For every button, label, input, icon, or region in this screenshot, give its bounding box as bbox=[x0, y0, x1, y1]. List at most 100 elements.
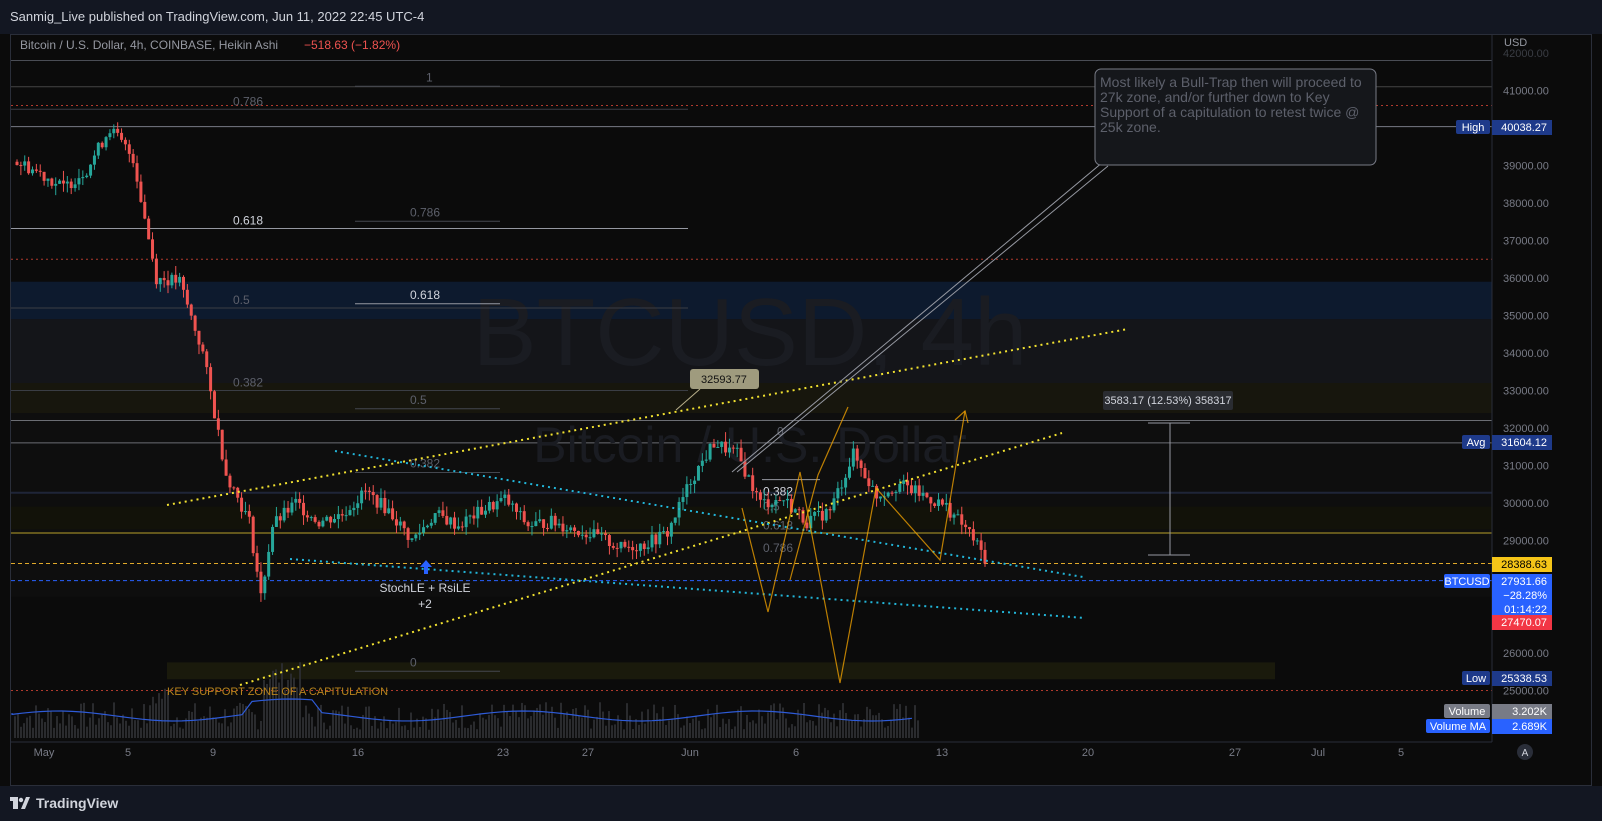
candle-body bbox=[588, 537, 592, 539]
candle-body bbox=[573, 527, 577, 531]
volume-bar bbox=[470, 724, 472, 738]
candle-body bbox=[379, 497, 383, 508]
volume-bar bbox=[533, 710, 535, 738]
volume-bar bbox=[188, 710, 190, 738]
price-label-value: 2.689K bbox=[1512, 721, 1548, 733]
candle-body bbox=[635, 550, 639, 552]
candle-body bbox=[38, 170, 42, 172]
candle-body bbox=[317, 521, 321, 527]
volume-bar bbox=[527, 718, 529, 738]
candle-body bbox=[956, 514, 960, 516]
price-label-extra: 01:14:22 bbox=[1504, 604, 1547, 616]
candle-body bbox=[712, 443, 716, 448]
candle-body bbox=[480, 506, 484, 515]
candle-body bbox=[363, 490, 367, 492]
volume-bar bbox=[905, 705, 907, 738]
volume-bar bbox=[623, 729, 625, 738]
candle-body bbox=[425, 525, 429, 528]
candle-body bbox=[511, 503, 515, 505]
volume-bar bbox=[458, 727, 460, 738]
time-axis[interactable]: May 5 9 16 23 27 Jun 6 13 20 27 Jul 5 A bbox=[11, 741, 1533, 760]
candle-body bbox=[391, 508, 395, 520]
candle-body bbox=[329, 516, 333, 523]
volume-bar bbox=[899, 704, 901, 738]
price-tick-label: 39000.00 bbox=[1503, 161, 1549, 173]
candle-body bbox=[762, 499, 766, 501]
fib-mid-label: 0.618 bbox=[410, 288, 440, 302]
candle-body bbox=[909, 485, 913, 494]
volume-bar bbox=[50, 711, 52, 738]
volume-bar bbox=[380, 722, 382, 738]
volume-bar bbox=[212, 717, 214, 738]
candle-body bbox=[658, 531, 662, 545]
volume-bar bbox=[902, 717, 904, 738]
volume-bar bbox=[605, 725, 607, 738]
currency-label: USD bbox=[1504, 37, 1527, 49]
candle-body bbox=[561, 523, 565, 532]
price-chart[interactable]: BTCUSD, 4h Bitcoin / U.S. Dollar 0.7860.… bbox=[0, 0, 1602, 821]
volume-bar bbox=[830, 722, 832, 738]
candle-body bbox=[282, 507, 286, 521]
candle-body bbox=[863, 467, 867, 479]
candle-body bbox=[46, 178, 50, 181]
volume-bar bbox=[371, 725, 373, 738]
candle-body bbox=[944, 502, 948, 505]
volume-bar bbox=[728, 719, 730, 738]
volume-bar bbox=[662, 706, 664, 738]
candle-body bbox=[975, 540, 979, 542]
price-tick-label: 37000.00 bbox=[1503, 236, 1549, 248]
volume-bar bbox=[887, 726, 889, 738]
candle-body bbox=[805, 522, 809, 529]
volume-bar bbox=[329, 725, 331, 738]
time-tick-label: 27 bbox=[582, 747, 594, 759]
tradingview-logo[interactable]: TradingView bbox=[10, 795, 118, 811]
candle-body bbox=[197, 330, 201, 345]
price-tick-label: 25000.00 bbox=[1503, 686, 1549, 698]
candle-body bbox=[81, 177, 85, 179]
candle-body bbox=[147, 218, 151, 240]
candle-body bbox=[514, 503, 518, 512]
volume-bar bbox=[197, 720, 199, 738]
time-tick-label: 6 bbox=[793, 747, 799, 759]
candle-body bbox=[530, 526, 534, 528]
candle-body bbox=[755, 491, 759, 493]
candle-body bbox=[212, 391, 216, 419]
time-tick-label: 23 bbox=[497, 747, 509, 759]
candle-body bbox=[971, 529, 975, 541]
candle-body bbox=[189, 304, 193, 316]
volume-bar bbox=[875, 715, 877, 738]
candle-body bbox=[964, 524, 968, 528]
candle-body bbox=[937, 499, 941, 506]
volume-bar bbox=[620, 721, 622, 738]
volume-bar bbox=[746, 714, 748, 738]
volume-bar bbox=[17, 714, 19, 738]
volume-bar bbox=[689, 722, 691, 738]
volume-bar bbox=[86, 726, 88, 738]
signal-label: StochLE + RsiLE bbox=[379, 581, 470, 595]
volume-bar bbox=[71, 716, 73, 738]
volume-bar bbox=[341, 705, 343, 738]
candle-body bbox=[387, 508, 391, 514]
candle-body bbox=[604, 533, 608, 536]
fib-left-label: 0.618 bbox=[233, 214, 263, 228]
time-tick-label: 16 bbox=[352, 747, 364, 759]
volume-bar bbox=[65, 725, 67, 738]
volume-bar bbox=[260, 720, 262, 738]
volume-bar bbox=[638, 724, 640, 738]
volume-bar bbox=[26, 717, 28, 738]
volume-bar bbox=[599, 702, 601, 738]
volume-bar bbox=[173, 723, 175, 738]
volume-bar bbox=[239, 702, 241, 738]
candle-body bbox=[112, 128, 116, 134]
volume-bar bbox=[35, 705, 37, 738]
price-label-value: 40038.27 bbox=[1501, 122, 1547, 134]
volume-bar bbox=[164, 688, 166, 738]
volume-bar bbox=[275, 669, 277, 738]
volume-bar bbox=[386, 728, 388, 738]
candle-body bbox=[274, 516, 278, 527]
volume-bar bbox=[107, 722, 109, 738]
candle-body bbox=[921, 492, 925, 496]
candle-body bbox=[662, 531, 666, 533]
candle-body bbox=[685, 484, 689, 498]
volume-bar bbox=[74, 725, 76, 738]
